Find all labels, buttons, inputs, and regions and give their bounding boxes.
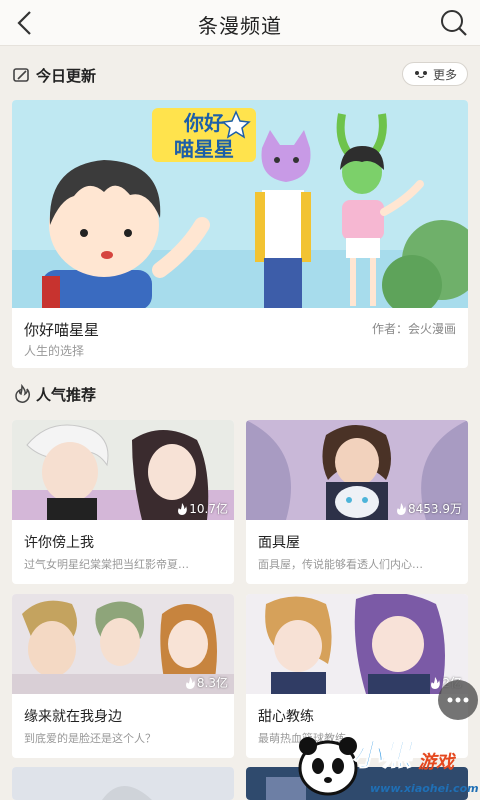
more-label: 更多 (432, 67, 457, 82)
face-icon (414, 71, 427, 79)
svg-text:喵星星: 喵星星 (174, 137, 234, 161)
flame-icon (15, 384, 31, 403)
flame-icon (185, 676, 195, 689)
section-popular-title: 人气推荐 (36, 385, 97, 404)
comic-description: 到底爱的是脸还是这个人？ (24, 732, 156, 745)
featured-comic-author: 作者：会火漫画 (371, 322, 456, 336)
pencil-tag-icon (13, 68, 29, 82)
view-count: 8453.9万 (396, 500, 462, 517)
comic-card[interactable]: 10.7亿 许你傍上我 过气女明星纪棠棠把当红影帝夏… (12, 420, 234, 584)
watermark-brand-suffix: 游戏 (418, 752, 454, 773)
view-count: 10.7亿 (177, 500, 228, 517)
comic-card[interactable] (12, 767, 234, 800)
comic-name: 面具屋 (258, 535, 300, 551)
comic-cover-image (12, 767, 234, 800)
search-button[interactable] (440, 9, 468, 37)
featured-comic-name: 你好喵星星 (24, 321, 100, 339)
featured-comic-card[interactable]: 你好 喵星星 你好喵星星 作者：会火漫画 人生的选择 (12, 100, 468, 368)
svg-text:你好: 你好 (183, 111, 224, 135)
section-popular-header: 人气推荐 (12, 381, 96, 407)
comic-name: 缘来就在我身边 (24, 709, 122, 725)
view-count: 8.3亿 (185, 674, 228, 691)
more-dots-icon (447, 697, 469, 703)
floating-menu-button[interactable] (438, 680, 478, 720)
view-count-value: 10.7亿 (189, 502, 228, 516)
comic-description: 面具屋，传说能够看透人们内心… (258, 558, 423, 571)
page-title: 条漫频道 (198, 14, 282, 38)
view-count-value: 8453.9万 (408, 502, 462, 516)
section-today-title: 今日更新 (36, 66, 97, 85)
comic-name: 许你傍上我 (24, 535, 94, 551)
view-count-value: 8.3亿 (196, 676, 228, 690)
flame-icon (397, 502, 406, 515)
comic-card[interactable]: 8.3亿 缘来就在我身边 到底爱的是脸还是这个人？ (12, 594, 234, 758)
flame-icon (431, 676, 441, 689)
search-icon (441, 10, 467, 36)
watermark-brand: 小黑 (352, 738, 413, 774)
more-button[interactable]: 更多 (402, 62, 468, 86)
flame-icon (178, 502, 188, 515)
comic-card[interactable]: 8453.9万 面具屋 面具屋，传说能够看透人们内心… (246, 420, 468, 584)
section-today-header: 今日更新 (12, 62, 96, 88)
featured-comic-tagline: 人生的选择 (24, 344, 85, 358)
top-bar: 条漫频道 (0, 0, 480, 46)
featured-cover-image: 你好 喵星星 (12, 100, 468, 308)
comic-description: 过气女明星纪棠棠把当红影帝夏… (24, 558, 189, 571)
watermark-url: www.xiaohei.com (370, 782, 479, 795)
